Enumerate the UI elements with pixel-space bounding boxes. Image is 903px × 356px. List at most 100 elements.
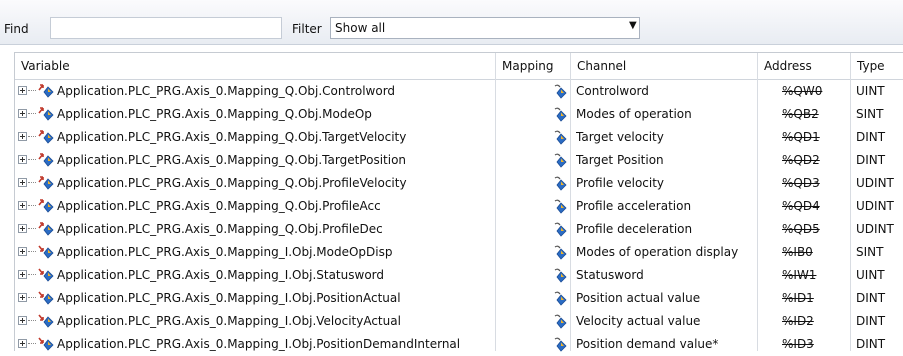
filter-select[interactable]: Show all ▼: [330, 17, 640, 39]
table-row[interactable]: Application.PLC_PRG.Axis_0.Mapping_Q.Obj…: [15, 172, 903, 195]
address-cell: %QD2: [782, 153, 820, 167]
table-row[interactable]: Application.PLC_PRG.Axis_0.Mapping_Q.Obj…: [15, 195, 903, 218]
channel-cell: Profile acceleration: [576, 199, 692, 213]
existing-variable-map-icon[interactable]: [552, 198, 568, 214]
input-variable-icon: [38, 291, 54, 305]
existing-variable-map-icon[interactable]: [552, 175, 568, 191]
column-header-variable[interactable]: Variable: [15, 53, 495, 79]
variable-cell[interactable]: Application.PLC_PRG.Axis_0.Mapping_Q.Obj…: [57, 149, 493, 172]
expand-plus-icon[interactable]: [18, 224, 27, 233]
channel-cell: Target Position: [576, 153, 664, 167]
variable-cell[interactable]: Application.PLC_PRG.Axis_0.Mapping_Q.Obj…: [57, 103, 493, 126]
channel-cell: Statusword: [576, 268, 644, 282]
channel-cell: Target velocity: [576, 130, 664, 144]
output-variable-icon: [38, 130, 54, 144]
find-label: Find: [4, 22, 29, 36]
existing-variable-map-icon[interactable]: [552, 313, 568, 329]
type-cell: UINT: [856, 84, 885, 98]
address-cell: %QB2: [782, 107, 819, 121]
column-header-mapping[interactable]: Mapping: [496, 53, 570, 79]
type-cell: DINT: [856, 337, 886, 351]
output-variable-icon: [38, 107, 54, 121]
type-cell: UDINT: [856, 176, 894, 190]
variable-cell[interactable]: Application.PLC_PRG.Axis_0.Mapping_I.Obj…: [57, 241, 493, 264]
type-cell: SINT: [856, 245, 884, 259]
tree-connector: [28, 205, 36, 206]
expand-plus-icon[interactable]: [18, 86, 27, 95]
address-cell: %QD3: [782, 176, 820, 190]
column-header-channel[interactable]: Channel: [571, 53, 757, 79]
variable-cell[interactable]: Application.PLC_PRG.Axis_0.Mapping_Q.Obj…: [57, 172, 493, 195]
expand-plus-icon[interactable]: [18, 247, 27, 256]
existing-variable-map-icon[interactable]: [552, 267, 568, 283]
expand-plus-icon[interactable]: [18, 155, 27, 164]
find-input[interactable]: [50, 17, 282, 39]
channel-cell: Profile velocity: [576, 176, 665, 190]
table-row[interactable]: Application.PLC_PRG.Axis_0.Mapping_I.Obj…: [15, 241, 903, 264]
channel-cell: Position demand value*: [576, 337, 719, 351]
table-row[interactable]: Application.PLC_PRG.Axis_0.Mapping_Q.Obj…: [15, 149, 903, 172]
type-cell: UDINT: [856, 222, 894, 236]
variable-cell[interactable]: Application.PLC_PRG.Axis_0.Mapping_I.Obj…: [57, 310, 493, 333]
type-cell: DINT: [856, 153, 886, 167]
table-row[interactable]: Application.PLC_PRG.Axis_0.Mapping_I.Obj…: [15, 264, 903, 287]
variable-cell[interactable]: Application.PLC_PRG.Axis_0.Mapping_I.Obj…: [57, 287, 493, 310]
variable-cell[interactable]: Application.PLC_PRG.Axis_0.Mapping_Q.Obj…: [57, 195, 493, 218]
type-cell: SINT: [856, 107, 884, 121]
variable-cell[interactable]: Application.PLC_PRG.Axis_0.Mapping_Q.Obj…: [57, 218, 493, 241]
table-row[interactable]: Application.PLC_PRG.Axis_0.Mapping_I.Obj…: [15, 333, 903, 356]
channel-cell: Velocity actual value: [576, 314, 701, 328]
grid-header: Variable Mapping Channel Address Type: [15, 53, 903, 80]
variable-cell[interactable]: Application.PLC_PRG.Axis_0.Mapping_Q.Obj…: [57, 80, 493, 103]
variable-cell[interactable]: Application.PLC_PRG.Axis_0.Mapping_Q.Obj…: [57, 126, 493, 149]
table-row[interactable]: Application.PLC_PRG.Axis_0.Mapping_Q.Obj…: [15, 103, 903, 126]
expand-plus-icon[interactable]: [18, 293, 27, 302]
table-row[interactable]: Application.PLC_PRG.Axis_0.Mapping_Q.Obj…: [15, 218, 903, 241]
table-row[interactable]: Application.PLC_PRG.Axis_0.Mapping_Q.Obj…: [15, 80, 903, 103]
existing-variable-map-icon[interactable]: [552, 221, 568, 237]
tree-connector: [28, 136, 36, 137]
channel-cell: Controlword: [576, 84, 649, 98]
tree-connector: [28, 297, 36, 298]
expand-plus-icon[interactable]: [18, 270, 27, 279]
input-variable-icon: [38, 268, 54, 282]
tree-connector: [28, 320, 36, 321]
table-row[interactable]: Application.PLC_PRG.Axis_0.Mapping_I.Obj…: [15, 310, 903, 333]
tree-connector: [28, 343, 36, 344]
address-cell: %IB0: [782, 245, 813, 259]
existing-variable-map-icon[interactable]: [552, 152, 568, 168]
expand-plus-icon[interactable]: [18, 132, 27, 141]
toolbar: Find Filter Show all ▼: [0, 0, 903, 45]
expand-plus-icon[interactable]: [18, 201, 27, 210]
channel-cell: Profile deceleration: [576, 222, 693, 236]
column-header-type[interactable]: Type: [851, 53, 903, 79]
address-cell: %QW0: [782, 84, 823, 98]
address-cell: %ID2: [782, 314, 814, 328]
table-row[interactable]: Application.PLC_PRG.Axis_0.Mapping_I.Obj…: [15, 287, 903, 310]
tree-connector: [28, 159, 36, 160]
expand-plus-icon[interactable]: [18, 178, 27, 187]
existing-variable-map-icon[interactable]: [552, 106, 568, 122]
expand-plus-icon[interactable]: [18, 316, 27, 325]
existing-variable-map-icon[interactable]: [552, 290, 568, 306]
expand-plus-icon[interactable]: [18, 339, 27, 348]
variable-cell[interactable]: Application.PLC_PRG.Axis_0.Mapping_I.Obj…: [57, 264, 493, 287]
output-variable-icon: [38, 222, 54, 236]
column-header-address[interactable]: Address: [758, 53, 850, 79]
variable-cell[interactable]: Application.PLC_PRG.Axis_0.Mapping_I.Obj…: [57, 333, 493, 356]
output-variable-icon: [38, 153, 54, 167]
chevron-down-icon[interactable]: ▼: [629, 20, 637, 31]
type-cell: UINT: [856, 268, 885, 282]
address-cell: %ID3: [782, 337, 814, 351]
tree-connector: [28, 113, 36, 114]
existing-variable-map-icon[interactable]: [552, 244, 568, 260]
existing-variable-map-icon[interactable]: [552, 129, 568, 145]
type-cell: DINT: [856, 314, 886, 328]
address-cell: %ID1: [782, 291, 814, 305]
expand-plus-icon[interactable]: [18, 109, 27, 118]
tree-connector: [28, 251, 36, 252]
type-cell: UDINT: [856, 199, 894, 213]
output-variable-icon: [38, 84, 54, 98]
table-row[interactable]: Application.PLC_PRG.Axis_0.Mapping_Q.Obj…: [15, 126, 903, 149]
existing-variable-map-icon[interactable]: [552, 83, 568, 99]
